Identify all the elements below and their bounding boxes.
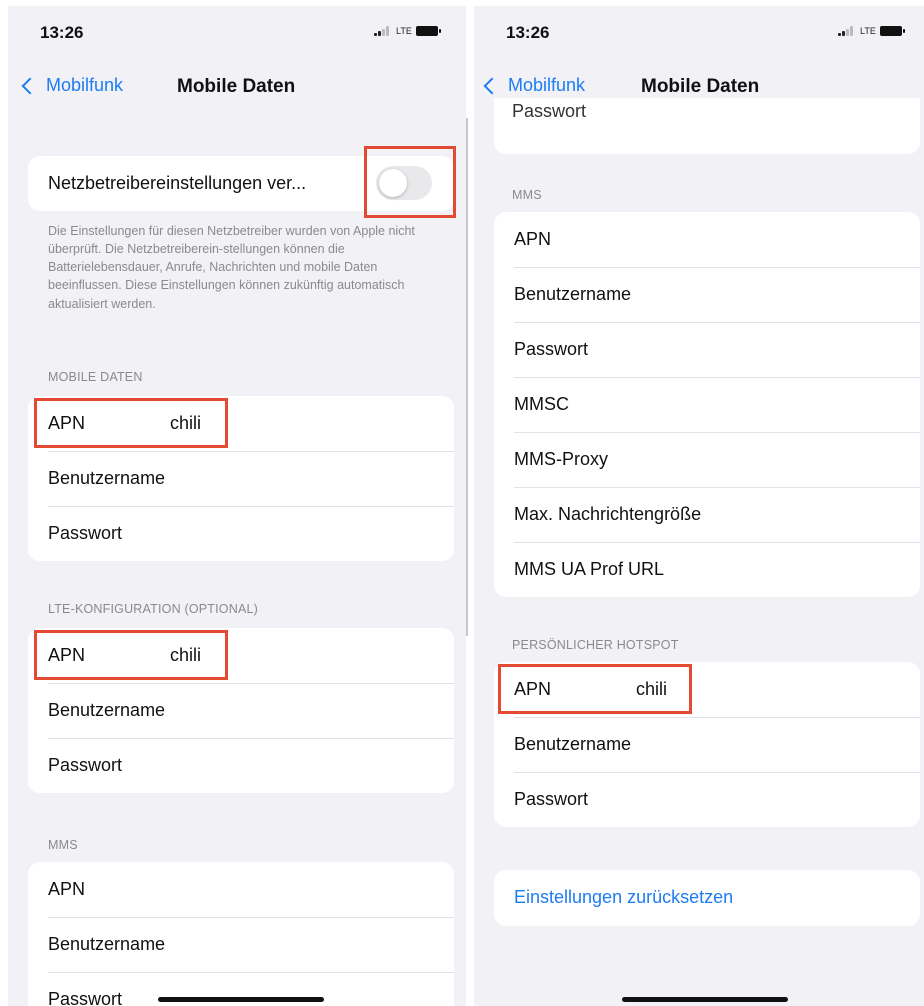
mms-apn-row[interactable]: APN [494, 212, 920, 267]
mobile-data-password-row[interactable]: Passwort [28, 506, 454, 561]
scroll-divider [466, 118, 468, 636]
right-screen: 13:26 LTE Mobilfunk Mobile Daten Passwor… [474, 6, 924, 1006]
status-time: 13:26 [506, 23, 550, 42]
apn-value: chili [636, 679, 668, 699]
carrier-settings-row: Netzbetreibereinstellungen ver... [28, 156, 454, 211]
status-bar: 13:26 LTE [8, 6, 466, 58]
section-header-mms: MMS [48, 838, 78, 852]
carrier-settings-toggle[interactable] [376, 166, 432, 200]
mobile-data-apn-row[interactable]: APN chili [28, 396, 454, 451]
status-icons: LTE [838, 26, 905, 36]
apn-label: APN [514, 229, 552, 249]
home-indicator[interactable] [622, 997, 788, 1002]
back-button[interactable]: Mobilfunk [482, 75, 585, 96]
apn-label: APN [48, 645, 86, 665]
mms-max-size-row[interactable]: Max. Nachrichtengröße [494, 487, 920, 542]
password-label: Passwort [48, 523, 123, 543]
apn-label: APN [48, 879, 86, 899]
network-type: LTE [396, 26, 412, 36]
lte-password-row[interactable]: Passwort [28, 738, 454, 793]
mmsc-label: MMSC [514, 394, 569, 414]
apn-label: APN [48, 413, 86, 433]
password-label: Passwort [514, 339, 589, 359]
page-title: Mobile Daten [177, 76, 296, 97]
mms-proxy-row[interactable]: MMS-Proxy [494, 432, 920, 487]
carrier-footer-note: Die Einstellungen für diesen Netzbetreib… [48, 224, 415, 311]
reset-card: Einstellungen zurücksetzen [494, 870, 920, 926]
hotspot-card: APN chili Benutzername Passwort [494, 662, 920, 827]
home-indicator[interactable] [158, 997, 324, 1002]
back-label: Mobilfunk [508, 75, 586, 95]
hotspot-password-row[interactable]: Passwort [494, 772, 920, 827]
username-label: Benutzername [48, 934, 166, 954]
mobile-data-username-row[interactable]: Benutzername [28, 451, 454, 506]
section-header-mms: MMS [512, 188, 542, 202]
mms-proxy-label: MMS-Proxy [514, 449, 608, 469]
left-screen: 13:26 LTE Mobilfunk Mobile Daten Netzbet… [8, 6, 466, 1006]
mms-password-row[interactable]: Passwort [494, 322, 920, 377]
mms-apn-row[interactable]: APN [28, 862, 454, 917]
page-title: Mobile Daten [641, 76, 760, 97]
chevron-left-icon [21, 77, 39, 94]
carrier-settings-card: Netzbetreibereinstellungen ver... [28, 156, 454, 211]
section-header-lte: LTE-KONFIGURATION (OPTIONAL) [48, 602, 259, 616]
mms-mmsc-row[interactable]: MMSC [494, 377, 920, 432]
hotspot-username-row[interactable]: Benutzername [494, 717, 920, 772]
network-type: LTE [860, 26, 876, 36]
status-icons: LTE [374, 26, 441, 36]
section-header-mobile-data: MOBILE DATEN [48, 370, 143, 384]
apn-value: chili [170, 645, 202, 665]
navigation-bar: Mobilfunk Mobile Daten [8, 66, 466, 110]
password-label: Passwort [48, 755, 123, 775]
password-label: Passwort [512, 101, 587, 121]
toggle-knob [379, 169, 407, 197]
signal-icon [374, 26, 392, 36]
max-size-label: Max. Nachrichtengröße [514, 504, 702, 524]
apn-value: chili [170, 413, 202, 433]
ua-prof-label: MMS UA Prof URL [514, 559, 665, 579]
back-button[interactable]: Mobilfunk [20, 75, 123, 96]
chevron-left-icon [483, 77, 501, 94]
battery-icon [879, 26, 905, 36]
lte-card: APN chili Benutzername Passwort [28, 628, 454, 793]
signal-icon [838, 26, 856, 36]
battery-icon [415, 26, 441, 36]
lte-username-row[interactable]: Benutzername [28, 683, 454, 738]
username-label: Benutzername [514, 284, 632, 304]
section-header-hotspot: PERSÖNLICHER HOTSPOT [512, 638, 679, 652]
password-label: Passwort [514, 789, 589, 809]
status-bar: 13:26 LTE [474, 6, 924, 58]
username-label: Benutzername [514, 734, 632, 754]
partial-password-row[interactable]: Passwort [494, 98, 920, 139]
back-label: Mobilfunk [46, 75, 124, 95]
password-label: Passwort [48, 989, 123, 1006]
scrolled-card: Passwort [494, 98, 920, 154]
mms-card: APN Benutzername Passwort MMSC MMS-Proxy… [494, 212, 920, 597]
lte-apn-row[interactable]: APN chili [28, 628, 454, 683]
apn-label: APN [514, 679, 552, 699]
reset-row[interactable]: Einstellungen zurücksetzen [494, 870, 920, 925]
mms-username-row[interactable]: Benutzername [28, 917, 454, 972]
mms-ua-prof-row[interactable]: MMS UA Prof URL [494, 542, 920, 597]
carrier-settings-label: Netzbetreibereinstellungen ver... [48, 173, 307, 193]
hotspot-apn-row[interactable]: APN chili [494, 662, 920, 717]
status-time: 13:26 [40, 23, 84, 42]
reset-settings-button[interactable]: Einstellungen zurücksetzen [494, 887, 733, 908]
username-label: Benutzername [48, 468, 166, 488]
mobile-data-card: APN chili Benutzername Passwort [28, 396, 454, 561]
mms-username-row[interactable]: Benutzername [494, 267, 920, 322]
mms-card: APN Benutzername Passwort [28, 862, 454, 1006]
username-label: Benutzername [48, 700, 166, 720]
